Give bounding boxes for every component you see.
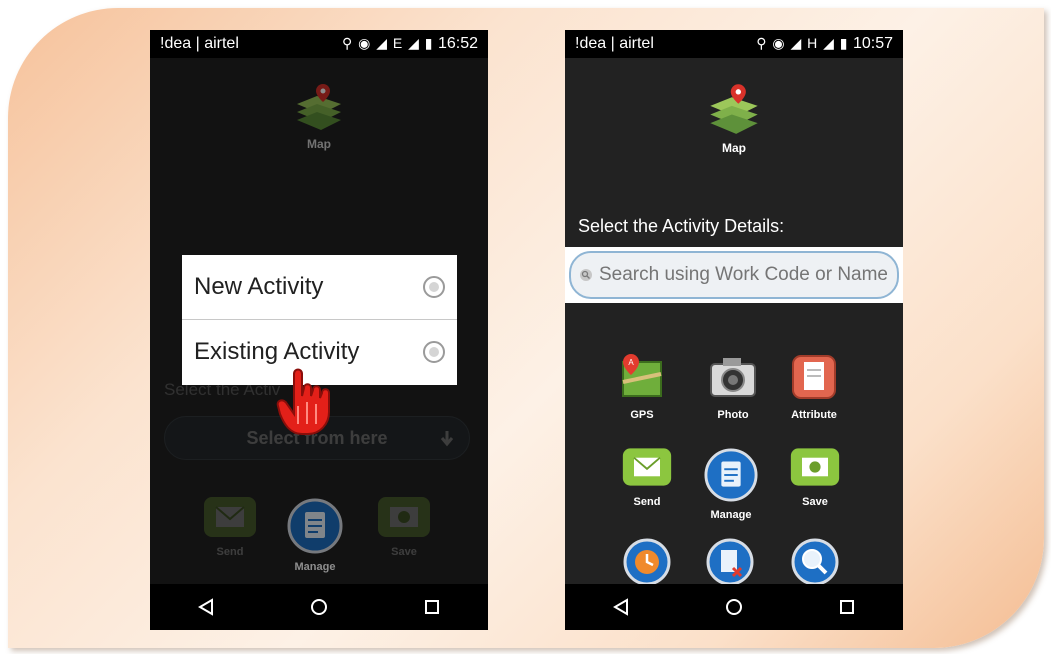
recents-button[interactable] bbox=[827, 587, 867, 627]
phone-screen-left: !dea | airtel ⚲ ◉ ◢ E ◢ ▮ 16:52 Map Sele… bbox=[150, 30, 488, 630]
new-activity-label: New Activity bbox=[194, 273, 324, 300]
save-tile[interactable]: Save bbox=[789, 445, 841, 508]
home-button[interactable] bbox=[299, 587, 339, 627]
gps-tile[interactable]: A GPS bbox=[617, 352, 667, 421]
existing-activity-label: Existing Activity bbox=[194, 338, 360, 365]
search-bar bbox=[565, 247, 903, 303]
navigation-bar bbox=[150, 584, 488, 630]
phone-screen-right: !dea | airtel ⚲ ◉ ◢ H ◢ ▮ 10:57 Map Sele… bbox=[565, 30, 903, 630]
send-icon bbox=[622, 448, 672, 486]
delete-icon bbox=[706, 538, 754, 586]
recents-icon bbox=[424, 600, 439, 614]
status-bar: !dea | airtel ⚲ ◉ ◢ H ◢ ▮ 10:57 bbox=[565, 30, 903, 58]
carrier-label: !dea | airtel bbox=[160, 35, 239, 52]
status-icons: ⚲ ◉ ◢ E ◢ ▮ bbox=[342, 35, 434, 51]
map-icon bbox=[710, 84, 758, 134]
recents-icon bbox=[839, 600, 854, 614]
search-icon bbox=[580, 269, 592, 281]
section-title: Select the Activity Details: bbox=[578, 216, 785, 236]
search-input[interactable] bbox=[597, 263, 889, 287]
send-label: Send bbox=[633, 496, 661, 508]
save-label: Save bbox=[802, 496, 828, 508]
map-app[interactable]: Map bbox=[706, 82, 762, 155]
back-icon bbox=[198, 598, 214, 616]
clock-icon bbox=[623, 538, 671, 586]
radio-icon[interactable] bbox=[423, 341, 445, 363]
map-label: Map bbox=[722, 141, 746, 155]
back-button[interactable] bbox=[186, 587, 226, 627]
save-icon bbox=[790, 448, 840, 486]
camera-icon bbox=[710, 358, 756, 397]
attribute-tile[interactable]: Attribute bbox=[789, 352, 839, 421]
attribute-label: Attribute bbox=[791, 409, 837, 421]
radio-icon[interactable] bbox=[423, 276, 445, 298]
back-icon bbox=[613, 598, 629, 616]
navigation-bar bbox=[565, 584, 903, 630]
clock-time: 10:57 bbox=[852, 35, 893, 52]
home-icon bbox=[310, 599, 327, 615]
manage-tile[interactable]: Manage bbox=[704, 448, 758, 521]
svg-text:A: A bbox=[628, 358, 634, 367]
photo-label: Photo bbox=[717, 409, 749, 421]
status-bar: !dea | airtel ⚲ ◉ ◢ E ◢ ▮ 16:52 bbox=[150, 30, 488, 58]
home-button[interactable] bbox=[714, 587, 754, 627]
search-field[interactable] bbox=[569, 251, 899, 299]
gps-icon: A bbox=[622, 354, 662, 397]
send-tile[interactable]: Send bbox=[621, 445, 673, 508]
recents-button[interactable] bbox=[412, 587, 452, 627]
gps-label: GPS bbox=[630, 409, 654, 421]
zoom-icon bbox=[791, 538, 839, 586]
attribute-icon bbox=[792, 355, 836, 399]
back-button[interactable] bbox=[601, 587, 641, 627]
home-icon bbox=[725, 599, 742, 615]
photo-tile[interactable]: Photo bbox=[707, 352, 759, 421]
carrier-label: !dea | airtel bbox=[575, 35, 654, 52]
status-icons: ⚲ ◉ ◢ H ◢ ▮ bbox=[756, 35, 849, 51]
hand-pointer-icon bbox=[276, 368, 330, 435]
manage-icon bbox=[704, 448, 758, 502]
new-activity-option[interactable]: New Activity bbox=[182, 255, 457, 319]
clock-time: 16:52 bbox=[437, 35, 478, 52]
manage-label: Manage bbox=[710, 509, 752, 521]
